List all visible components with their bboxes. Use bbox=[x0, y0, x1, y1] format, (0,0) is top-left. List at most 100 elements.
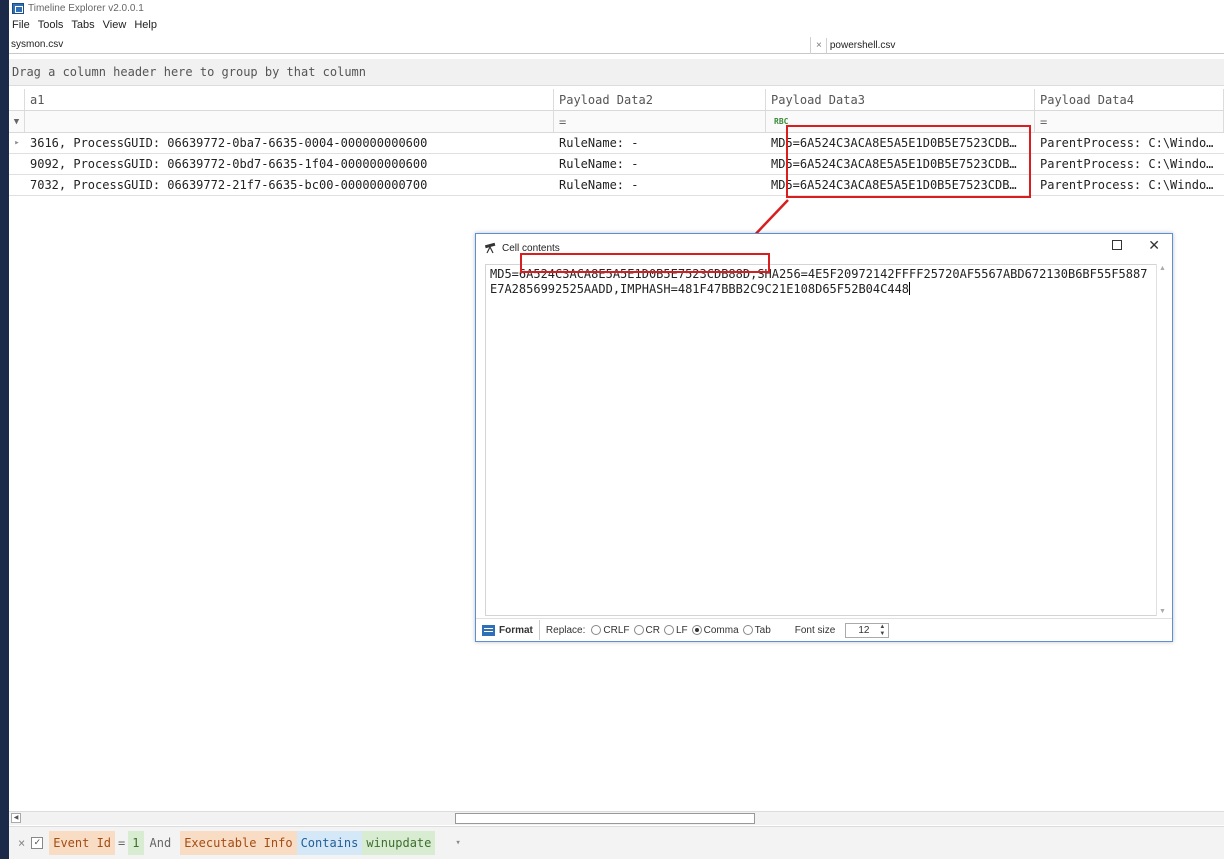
font-size-label: Font size bbox=[794, 624, 836, 636]
radio-dot bbox=[591, 625, 602, 635]
cell-payload-data3[interactable]: MD5=6A524C3ACA8E5A5E1D0B5E7523CDB… bbox=[766, 154, 1035, 174]
radio-dot bbox=[742, 625, 753, 635]
scroll-left-icon[interactable]: ◀ bbox=[11, 813, 21, 823]
clear-filter-icon[interactable]: × bbox=[18, 836, 25, 850]
header-indicator bbox=[9, 89, 25, 110]
cell-payload-data2[interactable]: RuleName: - bbox=[554, 133, 766, 153]
text-md5-value: 6A524C3ACA8E5A5E1D0B5E7523CDB88D bbox=[518, 267, 751, 281]
menu-tabs[interactable]: Tabs bbox=[68, 19, 99, 31]
radio-dot bbox=[633, 625, 644, 635]
cell-contents-dialog: Cell contents ✕ MD5=6A524C3ACA8E5A5E1D0B… bbox=[475, 233, 1173, 642]
cell-contents-textarea[interactable]: MD5=6A524C3ACA8E5A5E1D0B5E7523CDB88D,SHA… bbox=[485, 264, 1157, 616]
radio-label: Comma bbox=[703, 624, 739, 636]
table-row[interactable]: 9092, ProcessGUID: 06639772-0bd7-6635-1f… bbox=[9, 154, 1224, 175]
desktop-strip bbox=[0, 0, 9, 859]
radio-label: CRLF bbox=[603, 624, 630, 636]
menu-view[interactable]: View bbox=[100, 19, 132, 31]
table-row[interactable]: 7032, ProcessGUID: 06639772-21f7-6635-bc… bbox=[9, 175, 1224, 196]
filter-row-icon: ▼ bbox=[9, 111, 25, 132]
format-button[interactable]: Format bbox=[478, 620, 540, 640]
menu-help[interactable]: Help bbox=[131, 19, 162, 31]
cell-payload-data3[interactable]: MD5=6A524C3ACA8E5A5E1D0B5E7523CDB… bbox=[766, 133, 1035, 153]
cell-a1[interactable]: 7032, ProcessGUID: 06639772-21f7-6635-bc… bbox=[25, 175, 554, 195]
text-md5-prefix: MD5= bbox=[490, 267, 519, 281]
column-header-a1[interactable]: a1 bbox=[25, 89, 554, 110]
horizontal-scrollbar[interactable]: ◀ bbox=[9, 811, 1224, 825]
row-indicator bbox=[9, 175, 25, 195]
filter-cell-payload-data4[interactable]: = bbox=[1035, 111, 1224, 132]
auto-filter-row: ▼ = RBC = bbox=[9, 111, 1224, 133]
column-header-payload-data3[interactable]: Payload Data3 bbox=[766, 89, 1035, 110]
maximize-icon[interactable] bbox=[1112, 240, 1122, 250]
filter-cell-payload-data3[interactable]: RBC bbox=[766, 111, 1035, 132]
radio-tab[interactable]: Tab bbox=[742, 624, 771, 636]
dialog-title: Cell contents bbox=[502, 242, 560, 254]
filter-cell-a1[interactable] bbox=[25, 111, 554, 132]
dialog-vertical-scrollbar[interactable]: ▲ ▼ bbox=[1156, 264, 1168, 616]
filter-value-1[interactable]: 1 bbox=[128, 831, 144, 855]
telescope-icon bbox=[484, 242, 496, 254]
close-icon[interactable]: ✕ bbox=[1148, 238, 1160, 252]
cell-payload-data2[interactable]: RuleName: - bbox=[554, 175, 766, 195]
radio-label: LF bbox=[675, 624, 688, 636]
window-title: Timeline Explorer v2.0.0.1 bbox=[28, 2, 144, 14]
menu-bar: File Tools Tabs View Help bbox=[9, 16, 1224, 34]
cell-a1[interactable]: 3616, ProcessGUID: 06639772-0ba7-6635-00… bbox=[25, 133, 554, 153]
tab-label: sysmon.csv bbox=[11, 39, 64, 50]
scroll-down-icon[interactable]: ▼ bbox=[1159, 608, 1166, 615]
cell-payload-data4[interactable]: ParentProcess: C:\Windo… bbox=[1035, 133, 1224, 153]
radio-comma[interactable]: Comma bbox=[691, 624, 739, 636]
column-header-payload-data2[interactable]: Payload Data2 bbox=[554, 89, 766, 110]
enable-filter-checkbox[interactable]: ✓ bbox=[31, 837, 44, 849]
cell-payload-data4[interactable]: ParentProcess: C:\Windo… bbox=[1035, 154, 1224, 174]
radio-label: Tab bbox=[754, 624, 771, 636]
font-size-value: 12 bbox=[858, 624, 870, 636]
table-row[interactable]: ▸ 3616, ProcessGUID: 06639772-0ba7-6635-… bbox=[9, 133, 1224, 154]
active-filter-bar: × ✓ Event Id = 1 And Executable Info Con… bbox=[9, 826, 1224, 859]
tab-close-icon[interactable]: × bbox=[816, 38, 822, 54]
filter-value-winupdate[interactable]: winupdate bbox=[362, 831, 436, 855]
dialog-title-bar: Cell contents ✕ bbox=[476, 234, 1172, 262]
app-window: Timeline Explorer v2.0.0.1 File Tools Ta… bbox=[9, 0, 1224, 859]
filter-field-executable-info[interactable]: Executable Info bbox=[180, 831, 297, 855]
format-label: Format bbox=[499, 624, 533, 636]
filter-operator-equals[interactable]: = bbox=[118, 836, 125, 850]
column-header-payload-data4[interactable]: Payload Data4 bbox=[1035, 89, 1224, 110]
menu-tools[interactable]: Tools bbox=[35, 19, 69, 31]
scrollbar-thumb[interactable] bbox=[455, 813, 755, 824]
radio-dot bbox=[663, 625, 674, 635]
radio-cr[interactable]: CR bbox=[633, 624, 660, 636]
text-caret bbox=[909, 282, 911, 295]
filter-funnel-icon: ▼ bbox=[13, 116, 20, 127]
tab-strip: sysmon.csv × powershell.csv bbox=[9, 36, 1224, 54]
cell-payload-data2[interactable]: RuleName: - bbox=[554, 154, 766, 174]
scroll-up-icon[interactable]: ▲ bbox=[1159, 265, 1166, 272]
title-bar: Timeline Explorer v2.0.0.1 bbox=[9, 0, 1224, 16]
radio-label: CR bbox=[645, 624, 660, 636]
group-by-panel[interactable]: Drag a column header here to group by th… bbox=[9, 59, 1224, 86]
filter-equals-icon: = bbox=[1040, 114, 1048, 129]
font-size-spinner[interactable]: 12 ▲ ▼ bbox=[845, 622, 890, 638]
cell-payload-data3[interactable]: MD5=6A524C3ACA8E5A5E1D0B5E7523CDB… bbox=[766, 175, 1035, 195]
tab-sysmon-csv[interactable]: sysmon.csv bbox=[11, 37, 811, 54]
format-icon bbox=[482, 624, 495, 636]
radio-dot bbox=[691, 625, 702, 635]
dialog-footer-toolbar: Format Replace: CRLF CR LF Comma Tab Fon… bbox=[476, 618, 1172, 641]
filter-cell-payload-data2[interactable]: = bbox=[554, 111, 766, 132]
spinner-arrows-icon[interactable]: ▲ ▼ bbox=[879, 624, 885, 638]
tab-powershell-csv[interactable]: × powershell.csv bbox=[812, 37, 1224, 54]
filter-field-event-id[interactable]: Event Id bbox=[49, 831, 116, 855]
menu-file[interactable]: File bbox=[9, 19, 35, 31]
filter-dropdown-icon[interactable]: ▾ bbox=[455, 838, 460, 848]
cell-payload-data4[interactable]: ParentProcess: C:\Windo… bbox=[1035, 175, 1224, 195]
filter-operator-contains[interactable]: Contains bbox=[296, 831, 363, 855]
row-indicator bbox=[9, 154, 25, 174]
grid-rows: ▸ 3616, ProcessGUID: 06639772-0ba7-6635-… bbox=[9, 133, 1224, 196]
row-indicator-icon: ▸ bbox=[14, 138, 20, 148]
filter-joiner-and[interactable]: And bbox=[150, 836, 172, 850]
filter-equals-icon: = bbox=[559, 114, 567, 129]
radio-lf[interactable]: LF bbox=[663, 624, 688, 636]
filter-contains-icon: RBC bbox=[774, 117, 789, 126]
radio-crlf[interactable]: CRLF bbox=[591, 624, 630, 636]
cell-a1[interactable]: 9092, ProcessGUID: 06639772-0bd7-6635-1f… bbox=[25, 154, 554, 174]
